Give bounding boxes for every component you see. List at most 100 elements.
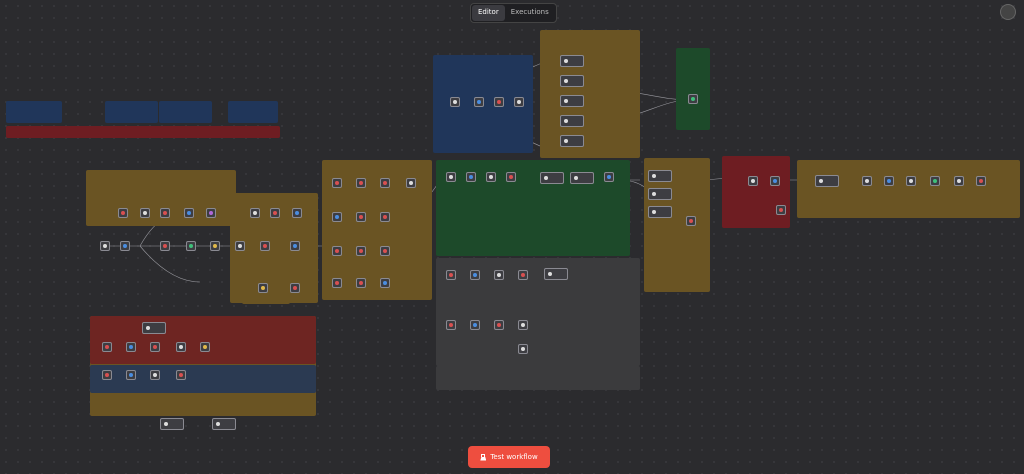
- workflow-node[interactable]: [486, 172, 496, 182]
- workflow-node[interactable]: [648, 206, 672, 218]
- workflow-node[interactable]: [150, 342, 160, 352]
- workflow-node[interactable]: [102, 342, 112, 352]
- workflow-node[interactable]: [604, 172, 614, 182]
- workflow-node[interactable]: [560, 135, 584, 147]
- workflow-node[interactable]: [570, 172, 594, 184]
- sticky-note[interactable]: [540, 30, 640, 158]
- workflow-node[interactable]: [292, 208, 302, 218]
- workflow-node[interactable]: [100, 241, 110, 251]
- workflow-node[interactable]: [648, 188, 672, 200]
- workflow-node[interactable]: [186, 241, 196, 251]
- workflow-node[interactable]: [518, 344, 528, 354]
- workflow-node[interactable]: [976, 176, 986, 186]
- workflow-node[interactable]: [235, 241, 245, 251]
- workflow-node[interactable]: [514, 97, 524, 107]
- workflow-node[interactable]: [518, 320, 528, 330]
- sticky-note[interactable]: [722, 156, 790, 228]
- workflow-node[interactable]: [290, 241, 300, 251]
- workflow-node[interactable]: [332, 178, 342, 188]
- workflow-node[interactable]: [142, 322, 166, 334]
- workflow-node[interactable]: [120, 241, 130, 251]
- workflow-node[interactable]: [102, 370, 112, 380]
- workflow-node[interactable]: [118, 208, 128, 218]
- workflow-node[interactable]: [518, 270, 528, 280]
- sticky-note[interactable]: [436, 258, 640, 366]
- workflow-node[interactable]: [140, 208, 150, 218]
- workflow-node[interactable]: [332, 246, 342, 256]
- workflow-node[interactable]: [494, 270, 504, 280]
- workflow-node[interactable]: [258, 283, 268, 293]
- workflow-canvas[interactable]: Editor Executions Test workflow: [0, 0, 1024, 474]
- workflow-node[interactable]: [380, 278, 390, 288]
- workflow-node[interactable]: [200, 342, 210, 352]
- workflow-node[interactable]: [862, 176, 872, 186]
- workflow-node[interactable]: [688, 94, 698, 104]
- workflow-node[interactable]: [686, 216, 696, 226]
- workflow-node[interactable]: [212, 418, 236, 430]
- workflow-node[interactable]: [560, 55, 584, 67]
- sticky-note[interactable]: [797, 160, 1020, 218]
- workflow-node[interactable]: [954, 176, 964, 186]
- workflow-node[interactable]: [544, 268, 568, 280]
- workflow-node[interactable]: [470, 320, 480, 330]
- workflow-node[interactable]: [160, 241, 170, 251]
- workflow-node[interactable]: [126, 342, 136, 352]
- workflow-node[interactable]: [494, 97, 504, 107]
- sticky-note[interactable]: [676, 48, 710, 130]
- workflow-node[interactable]: [380, 212, 390, 222]
- workflow-node[interactable]: [356, 178, 366, 188]
- workflow-node[interactable]: [380, 178, 390, 188]
- workflow-node[interactable]: [176, 370, 186, 380]
- workflow-node[interactable]: [356, 212, 366, 222]
- sticky-note[interactable]: [90, 316, 316, 364]
- workflow-node[interactable]: [126, 370, 136, 380]
- flask-icon: [480, 453, 486, 461]
- workflow-node[interactable]: [450, 97, 460, 107]
- sticky-note[interactable]: [105, 101, 158, 123]
- sticky-note[interactable]: [6, 101, 62, 123]
- workflow-node[interactable]: [474, 97, 484, 107]
- sticky-note[interactable]: [436, 366, 640, 390]
- sticky-note[interactable]: [6, 126, 280, 138]
- workflow-node[interactable]: [210, 241, 220, 251]
- workflow-node[interactable]: [160, 418, 184, 430]
- sticky-note[interactable]: [228, 101, 278, 123]
- workflow-node[interactable]: [506, 172, 516, 182]
- workflow-node[interactable]: [260, 241, 270, 251]
- workflow-node[interactable]: [776, 205, 786, 215]
- workflow-node[interactable]: [446, 270, 456, 280]
- workflow-node[interactable]: [540, 172, 564, 184]
- workflow-node[interactable]: [332, 278, 342, 288]
- workflow-node[interactable]: [270, 208, 280, 218]
- workflow-node[interactable]: [748, 176, 758, 186]
- workflow-node[interactable]: [380, 246, 390, 256]
- workflow-node[interactable]: [560, 95, 584, 107]
- workflow-node[interactable]: [184, 208, 194, 218]
- workflow-node[interactable]: [648, 170, 672, 182]
- workflow-node[interactable]: [494, 320, 504, 330]
- test-workflow-button[interactable]: Test workflow: [468, 446, 550, 468]
- workflow-node[interactable]: [150, 370, 160, 380]
- workflow-node[interactable]: [290, 283, 300, 293]
- workflow-node[interactable]: [906, 176, 916, 186]
- workflow-node[interactable]: [160, 208, 170, 218]
- workflow-node[interactable]: [560, 115, 584, 127]
- workflow-node[interactable]: [815, 175, 839, 187]
- workflow-node[interactable]: [356, 246, 366, 256]
- workflow-node[interactable]: [930, 176, 940, 186]
- workflow-node[interactable]: [176, 342, 186, 352]
- workflow-node[interactable]: [770, 176, 780, 186]
- workflow-node[interactable]: [406, 178, 416, 188]
- workflow-node[interactable]: [884, 176, 894, 186]
- workflow-node[interactable]: [466, 172, 476, 182]
- workflow-node[interactable]: [470, 270, 480, 280]
- workflow-node[interactable]: [446, 172, 456, 182]
- workflow-node[interactable]: [206, 208, 216, 218]
- sticky-note[interactable]: [159, 101, 212, 123]
- sticky-note[interactable]: [90, 365, 316, 393]
- workflow-node[interactable]: [446, 320, 456, 330]
- workflow-node[interactable]: [356, 278, 366, 288]
- workflow-node[interactable]: [332, 212, 342, 222]
- workflow-node[interactable]: [560, 75, 584, 87]
- workflow-node[interactable]: [250, 208, 260, 218]
